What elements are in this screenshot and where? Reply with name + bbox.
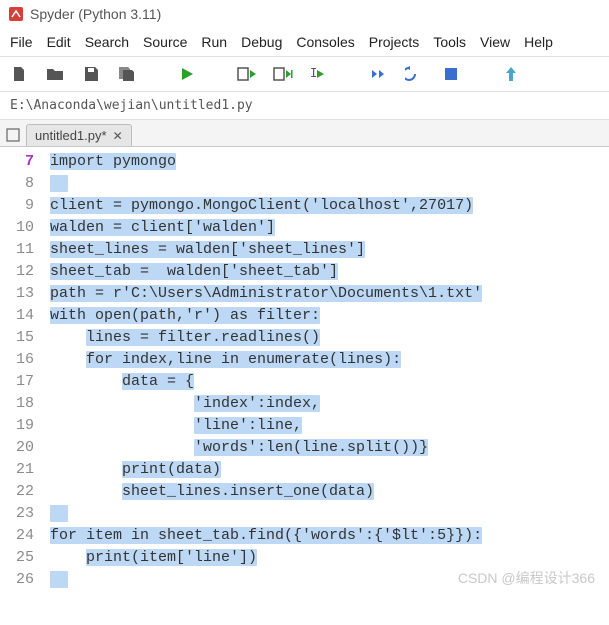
code-line[interactable]: print(item['line']): [50, 547, 609, 569]
code-editor[interactable]: 7891011121314151617181920212223242526 im…: [0, 147, 609, 595]
stop-icon[interactable]: [440, 63, 462, 85]
save-all-icon[interactable]: [116, 63, 138, 85]
code-line[interactable]: sheet_lines.insert_one(data): [50, 481, 609, 503]
open-folder-icon[interactable]: [44, 63, 66, 85]
code-line[interactable]: walden = client['walden']: [50, 217, 609, 239]
menu-view[interactable]: View: [474, 30, 516, 54]
debug-step-icon[interactable]: [404, 63, 426, 85]
run-cell-advance-icon[interactable]: [272, 63, 294, 85]
code-line[interactable]: print(data): [50, 459, 609, 481]
menu-search[interactable]: Search: [79, 30, 135, 54]
code-area[interactable]: import pymongo client = pymongo.MongoCli…: [46, 147, 609, 595]
tab-label: untitled1.py*: [35, 128, 107, 143]
titlebar: Spyder (Python 3.11): [0, 0, 609, 28]
code-line[interactable]: [50, 173, 609, 195]
menu-source[interactable]: Source: [137, 30, 193, 54]
close-icon[interactable]: ✕: [113, 129, 123, 143]
menu-help[interactable]: Help: [518, 30, 559, 54]
code-line[interactable]: data = {: [50, 371, 609, 393]
code-line[interactable]: for item in sheet_tab.find({'words':{'$l…: [50, 525, 609, 547]
code-line[interactable]: for index,line in enumerate(lines):: [50, 349, 609, 371]
editor-tabs: untitled1.py* ✕: [0, 120, 609, 147]
code-line[interactable]: client = pymongo.MongoClient('localhost'…: [50, 195, 609, 217]
code-line[interactable]: sheet_lines = walden['sheet_lines']: [50, 239, 609, 261]
code-line[interactable]: 'index':index,: [50, 393, 609, 415]
run-selection-icon[interactable]: I: [308, 63, 330, 85]
menu-debug[interactable]: Debug: [235, 30, 288, 54]
tab-untitled1[interactable]: untitled1.py* ✕: [26, 124, 132, 146]
menu-file[interactable]: File: [4, 30, 39, 54]
run-cell-icon[interactable]: [236, 63, 258, 85]
svg-text:I: I: [310, 66, 317, 80]
menu-projects[interactable]: Projects: [363, 30, 426, 54]
code-line[interactable]: 'words':len(line.split())}: [50, 437, 609, 459]
code-line[interactable]: import pymongo: [50, 151, 609, 173]
panel-menu-icon[interactable]: [4, 126, 22, 144]
code-line[interactable]: [50, 569, 609, 591]
up-arrow-icon[interactable]: [500, 63, 522, 85]
code-line[interactable]: lines = filter.readlines(): [50, 327, 609, 349]
code-line[interactable]: [50, 503, 609, 525]
run-icon[interactable]: [176, 63, 198, 85]
spyder-logo-icon: [8, 6, 24, 22]
code-line[interactable]: path = r'C:\Users\Administrator\Document…: [50, 283, 609, 305]
menu-tools[interactable]: Tools: [427, 30, 472, 54]
code-line[interactable]: 'line':line,: [50, 415, 609, 437]
new-file-icon[interactable]: [8, 63, 30, 85]
menubar: File Edit Search Source Run Debug Consol…: [0, 28, 609, 56]
toolbar: I: [0, 56, 609, 92]
code-line[interactable]: with open(path,'r') as filter:: [50, 305, 609, 327]
line-gutter: 7891011121314151617181920212223242526: [0, 147, 46, 595]
menu-consoles[interactable]: Consoles: [290, 30, 360, 54]
save-icon[interactable]: [80, 63, 102, 85]
debug-icon[interactable]: [368, 63, 390, 85]
code-line[interactable]: sheet_tab = walden['sheet_tab']: [50, 261, 609, 283]
menu-edit[interactable]: Edit: [41, 30, 77, 54]
menu-run[interactable]: Run: [195, 30, 233, 54]
path-bar: E:\Anaconda\wejian\untitled1.py: [0, 92, 609, 120]
window-title: Spyder (Python 3.11): [30, 6, 161, 22]
